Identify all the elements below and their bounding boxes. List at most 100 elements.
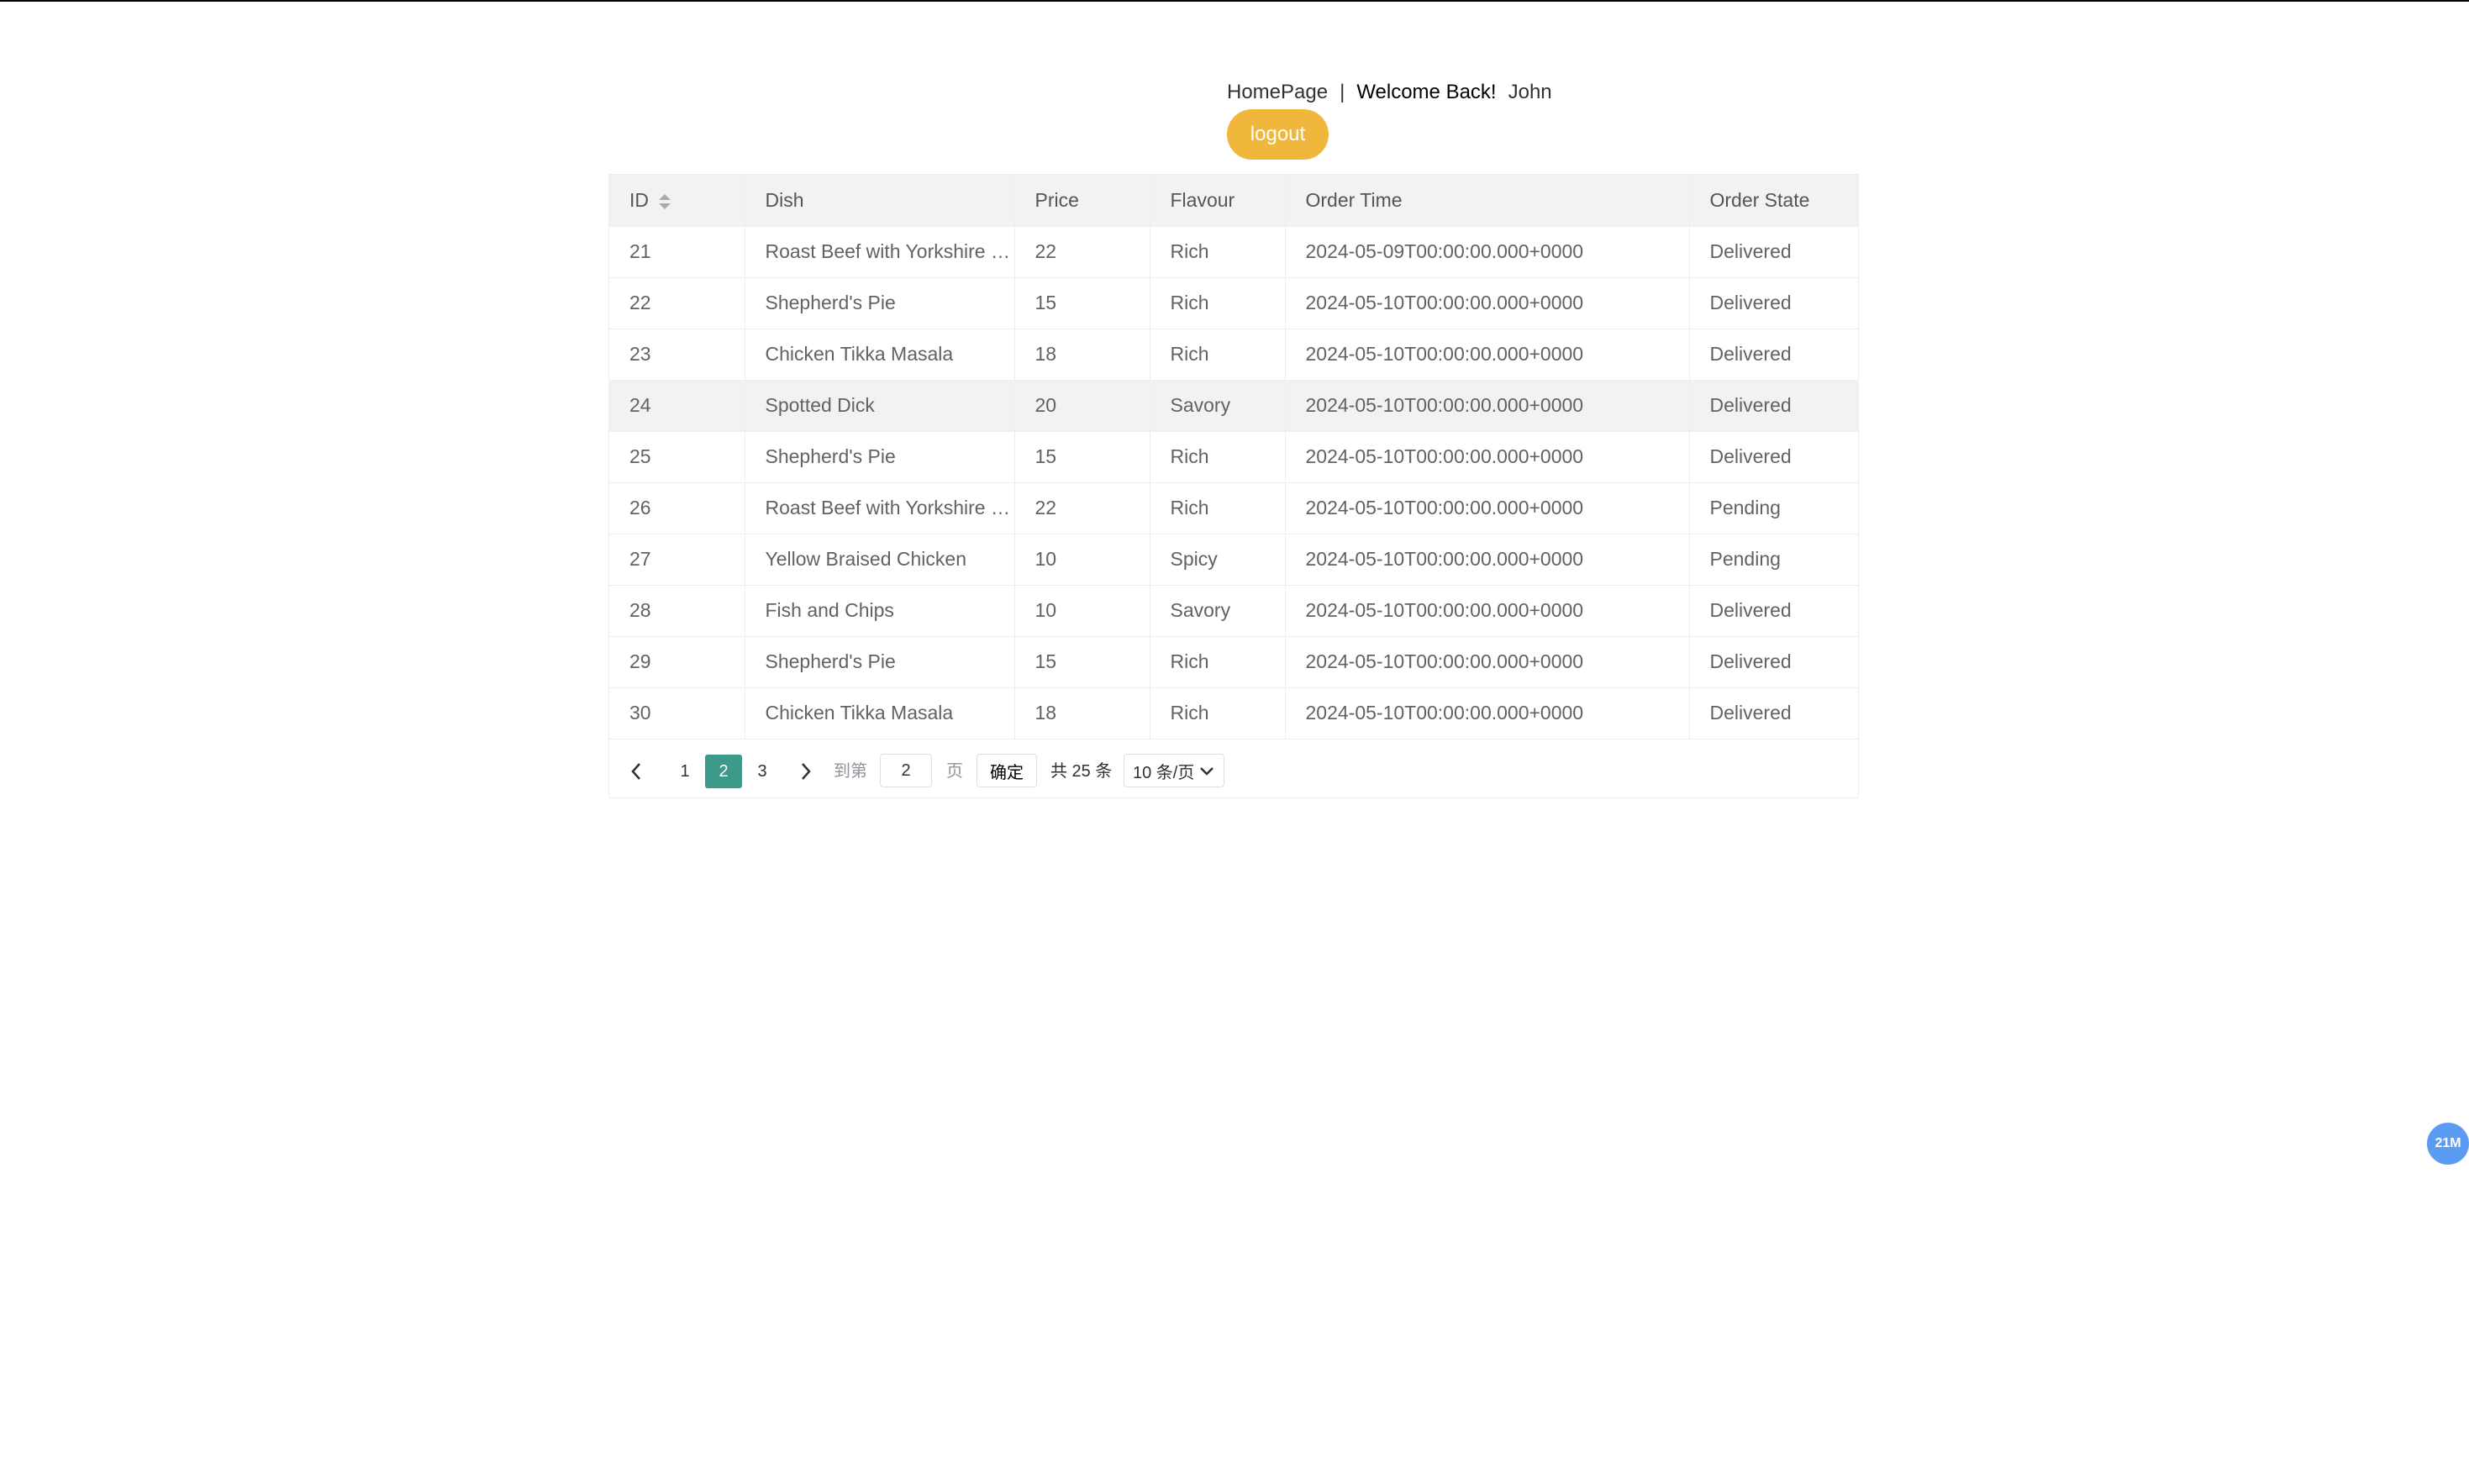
cell-order-state: Delivered <box>1689 431 1858 483</box>
page-1-button[interactable]: 1 <box>666 755 703 788</box>
cell-dish: Roast Beef with Yorkshire Pudding <box>745 226 1015 278</box>
cell-dish: Shepherd's Pie <box>745 636 1015 688</box>
cell-order-state: Delivered <box>1689 277 1858 329</box>
logout-button[interactable]: logout <box>1227 109 1329 160</box>
floating-badge[interactable]: 21M <box>2427 1123 2469 1165</box>
cell-price: 15 <box>1014 636 1150 688</box>
cell-dish: Chicken Tikka Masala <box>745 329 1015 381</box>
goto-label: 到第 <box>834 762 867 781</box>
page-unit-label: 页 <box>946 762 963 781</box>
sort-icon[interactable] <box>659 192 671 211</box>
cell-id: 29 <box>609 636 745 688</box>
cell-flavour: Rich <box>1150 226 1286 278</box>
cell-order-state: Delivered <box>1689 226 1858 278</box>
goto-page-input[interactable] <box>880 754 932 787</box>
cell-order-state: Pending <box>1689 534 1858 586</box>
cell-flavour: Savory <box>1150 380 1286 432</box>
cell-id: 25 <box>609 431 745 483</box>
cell-order-time: 2024-05-10T00:00:00.000+0000 <box>1285 534 1690 586</box>
cell-order-time: 2024-05-10T00:00:00.000+0000 <box>1285 585 1690 637</box>
orders-table: ID Dish Price Flavour Order Time Order S… <box>608 174 1859 798</box>
table-row[interactable]: 25 Shepherd's Pie 15 Rich 2024-05-10T00:00:0… <box>609 431 1858 483</box>
cell-order-time: 2024-05-10T00:00:00.000+0000 <box>1285 482 1690 534</box>
table-row[interactable]: 24 Spotted Dick 20 Savory 2024-05-10T00:00:0… <box>609 380 1858 432</box>
cell-order-time: 2024-05-10T00:00:00.000+0000 <box>1285 329 1690 381</box>
table-row[interactable]: 30 Chicken Tikka Masala 18 Rich 2024-05-10T0… <box>609 687 1858 739</box>
cell-id: 23 <box>609 329 745 381</box>
chevron-left-icon[interactable] <box>628 759 645 784</box>
table-row[interactable]: 26Roast Beef with Yorkshire Pudding22Ric… <box>609 482 1858 534</box>
username: John <box>1508 81 1552 103</box>
table-row[interactable]: 23 Chicken Tikka Masala 18 Rich 2024-05-10T0… <box>609 329 1858 381</box>
total-count: 共 25 条 <box>1050 762 1113 781</box>
confirm-button[interactable]: 确定 <box>977 754 1037 787</box>
top-border <box>0 0 2469 2</box>
cell-dish: Chicken Tikka Masala <box>745 687 1015 739</box>
cell-flavour: Rich <box>1150 636 1286 688</box>
column-header-order-time: Order Time <box>1285 175 1690 227</box>
cell-flavour: Rich <box>1150 687 1286 739</box>
table-row[interactable]: 28 Fish and Chips 10 Savory 2024-05-10T00:00… <box>609 585 1858 637</box>
cell-order-state: Delivered <box>1689 687 1858 739</box>
cell-order-time: 2024-05-10T00:00:00.000+0000 <box>1285 431 1690 483</box>
cell-price: 18 <box>1014 329 1150 381</box>
cell-flavour: Rich <box>1150 329 1286 381</box>
cell-dish: Shepherd's Pie <box>745 431 1015 483</box>
table-row[interactable]: 27 Yellow Braised Chicken 10 Spicy 2024-05-1… <box>609 534 1858 586</box>
column-header-price: Price <box>1014 175 1150 227</box>
cell-flavour: Rich <box>1150 431 1286 483</box>
table-row[interactable]: 29 Shepherd's Pie 15 Rich 2024-05-10T00:00:0… <box>609 636 1858 688</box>
cell-price: 22 <box>1014 482 1150 534</box>
homepage-link[interactable]: HomePage <box>1227 81 1328 103</box>
header-bar: HomePage | Welcome Back! John <box>1227 81 1552 104</box>
column-header-order-state: Order State <box>1689 175 1858 227</box>
pagination: 1 2 3 到第 页 确定 共 25 条 10 条/页 <box>609 746 1858 798</box>
cell-price: 10 <box>1014 585 1150 637</box>
header-separator: | <box>1340 81 1345 103</box>
welcome-text: Welcome Back! <box>1356 81 1497 103</box>
chevron-right-icon[interactable] <box>798 759 814 784</box>
cell-price: 15 <box>1014 431 1150 483</box>
cell-order-time: 2024-05-09T00:00:00.000+0000 <box>1285 226 1690 278</box>
cell-id: 27 <box>609 534 745 586</box>
cell-price: 22 <box>1014 226 1150 278</box>
cell-price: 10 <box>1014 534 1150 586</box>
cell-dish: Spotted Dick <box>745 380 1015 432</box>
cell-order-time: 2024-05-10T00:00:00.000+0000 <box>1285 277 1690 329</box>
chevron-down-icon <box>1198 763 1215 785</box>
column-header-dish: Dish <box>745 175 1015 227</box>
cell-flavour: Spicy <box>1150 534 1286 586</box>
cell-id: 21 <box>609 226 745 278</box>
cell-order-state: Delivered <box>1689 329 1858 381</box>
cell-flavour: Savory <box>1150 585 1286 637</box>
page-3-button[interactable]: 3 <box>744 755 781 788</box>
page-2-button[interactable]: 2 <box>705 755 742 788</box>
cell-id: 28 <box>609 585 745 637</box>
cell-order-time: 2024-05-10T00:00:00.000+0000 <box>1285 687 1690 739</box>
cell-price: 18 <box>1014 687 1150 739</box>
column-header-flavour: Flavour <box>1150 175 1286 227</box>
cell-flavour: Rich <box>1150 482 1286 534</box>
page-size-value: 10 条/页 <box>1133 763 1195 782</box>
cell-id: 22 <box>609 277 745 329</box>
cell-order-time: 2024-05-10T00:00:00.000+0000 <box>1285 380 1690 432</box>
table-row[interactable]: 22 Shepherd's Pie 15 Rich 2024-05-10T00:00:0… <box>609 277 1858 329</box>
cell-order-state: Delivered <box>1689 585 1858 637</box>
cell-price: 20 <box>1014 380 1150 432</box>
cell-flavour: Rich <box>1150 277 1286 329</box>
cell-dish: Fish and Chips <box>745 585 1015 637</box>
table-header-row: ID Dish Price Flavour Order Time Order S… <box>609 175 1858 227</box>
column-header-id[interactable]: ID <box>609 175 745 227</box>
table-row[interactable]: 21Roast Beef with Yorkshire Pudding22Ric… <box>609 226 1858 278</box>
cell-dish: Shepherd's Pie <box>745 277 1015 329</box>
cell-id: 26 <box>609 482 745 534</box>
cell-id: 30 <box>609 687 745 739</box>
cell-price: 15 <box>1014 277 1150 329</box>
cell-order-state: Pending <box>1689 482 1858 534</box>
cell-order-state: Delivered <box>1689 636 1858 688</box>
cell-order-time: 2024-05-10T00:00:00.000+0000 <box>1285 636 1690 688</box>
cell-order-state: Delivered <box>1689 380 1858 432</box>
page-size-select[interactable]: 10 条/页 <box>1124 754 1224 787</box>
cell-dish: Yellow Braised Chicken <box>745 534 1015 586</box>
cell-id: 24 <box>609 380 745 432</box>
